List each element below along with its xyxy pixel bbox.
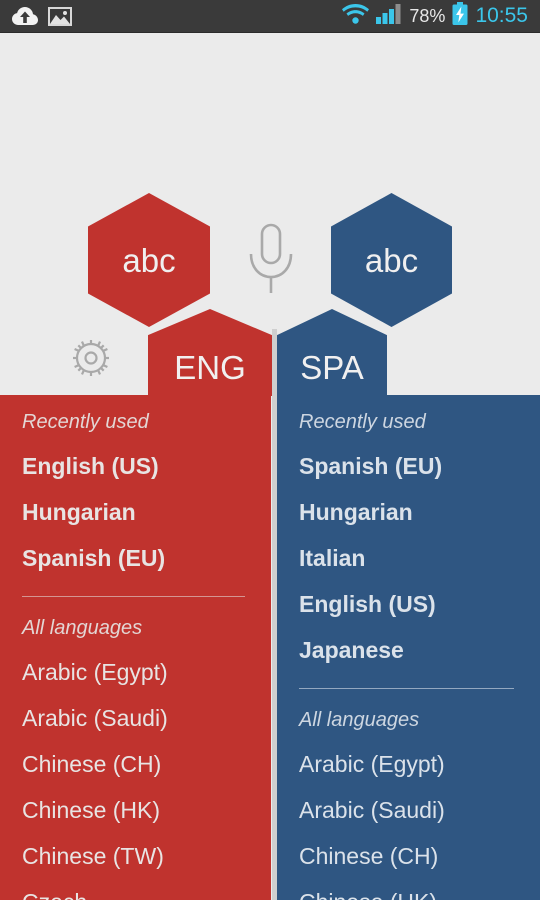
cloud-upload-icon bbox=[12, 6, 38, 26]
status-bar-left-icons bbox=[0, 6, 72, 26]
list-item[interactable]: Spanish (EU) bbox=[22, 536, 249, 582]
status-bar: 78% 10:55 bbox=[0, 0, 540, 33]
left-recently-used-header: Recently used bbox=[22, 411, 149, 433]
list-divider bbox=[299, 688, 514, 689]
clock-label: 10:55 bbox=[475, 4, 528, 27]
right-recently-used-header: Recently used bbox=[299, 411, 426, 433]
list-item[interactable]: Chinese (CH) bbox=[22, 742, 249, 788]
microphone-icon[interactable] bbox=[245, 223, 297, 295]
screenshot-image-icon bbox=[48, 6, 72, 26]
right-all-languages-header: All languages bbox=[299, 709, 420, 731]
list-item[interactable]: Japanese bbox=[299, 628, 518, 674]
right-keyboard-abc-hex[interactable]: abc bbox=[331, 193, 452, 327]
list-item[interactable]: Czech bbox=[22, 880, 249, 900]
list-item[interactable]: Arabic (Saudi) bbox=[22, 696, 249, 742]
list-item[interactable]: Italian bbox=[299, 536, 518, 582]
list-item[interactable]: Chinese (CH) bbox=[299, 834, 518, 880]
right-abc-label: abc bbox=[364, 241, 419, 279]
list-item[interactable]: Spanish (EU) bbox=[299, 444, 518, 490]
left-language-list[interactable]: Recently used English (US) Hungarian Spa… bbox=[0, 395, 271, 900]
list-item[interactable]: Arabic (Saudi) bbox=[299, 788, 518, 834]
right-keyboard-language-tab[interactable]: SPA bbox=[277, 309, 387, 396]
left-tab-label: ENG bbox=[174, 349, 246, 386]
list-item[interactable]: Chinese (HK) bbox=[299, 880, 518, 900]
left-abc-label: abc bbox=[122, 241, 176, 279]
list-item[interactable]: Chinese (HK) bbox=[22, 788, 249, 834]
wifi-icon bbox=[342, 3, 370, 29]
right-language-panel: Recently used Spanish (EU) Hungarian Ita… bbox=[277, 395, 540, 900]
left-keyboard-language-tab[interactable]: ENG bbox=[148, 309, 272, 396]
left-language-panel: Recently used English (US) Hungarian Spa… bbox=[0, 395, 271, 900]
tab-divider bbox=[272, 329, 277, 396]
left-keyboard-abc-hex[interactable]: abc bbox=[88, 193, 210, 327]
gear-icon[interactable] bbox=[67, 334, 115, 382]
left-all-languages-header: All languages bbox=[22, 617, 143, 639]
list-item[interactable]: English (US) bbox=[22, 444, 249, 490]
list-item[interactable]: Arabic (Egypt) bbox=[22, 650, 249, 696]
list-item[interactable]: English (US) bbox=[299, 582, 518, 628]
list-divider bbox=[22, 596, 245, 597]
signal-bars-icon bbox=[376, 3, 402, 29]
list-item[interactable]: Hungarian bbox=[299, 490, 518, 536]
right-tab-label: SPA bbox=[300, 349, 364, 386]
status-bar-right-icons: 78% 10:55 bbox=[342, 2, 540, 30]
battery-charging-icon bbox=[452, 2, 468, 30]
battery-percent-label: 78% bbox=[409, 5, 446, 26]
list-item[interactable]: Hungarian bbox=[22, 490, 249, 536]
right-language-list[interactable]: Recently used Spanish (EU) Hungarian Ita… bbox=[277, 395, 540, 900]
language-chooser-canvas: abc abc ENG SPA Recently used English (U… bbox=[0, 33, 540, 900]
app-root: 78% 10:55 abc abc ENG SPA Recently used … bbox=[0, 0, 540, 900]
list-item[interactable]: Chinese (TW) bbox=[22, 834, 249, 880]
list-item[interactable]: Arabic (Egypt) bbox=[299, 742, 518, 788]
